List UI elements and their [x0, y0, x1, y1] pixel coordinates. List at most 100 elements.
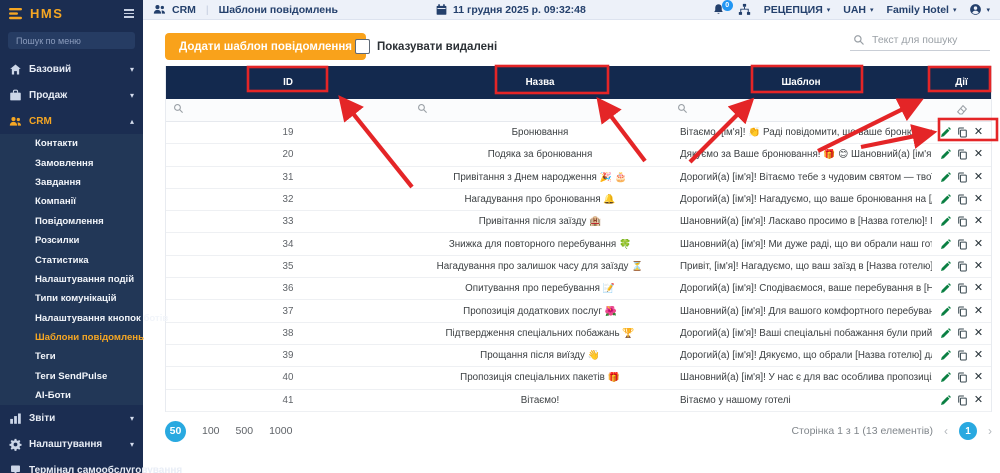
delete-x-icon[interactable]: ✕	[974, 261, 983, 272]
page-size-500[interactable]: 500	[236, 425, 254, 437]
sidebar-subitem[interactable]: Замовлення	[0, 153, 143, 172]
edit-pencil-icon[interactable]	[940, 149, 951, 160]
sidebar-subitem[interactable]: Повідомлення	[0, 212, 143, 231]
hamburger-menu-icon[interactable]	[124, 9, 134, 18]
breadcrumb-root[interactable]: CRM	[172, 4, 196, 16]
edit-pencil-icon[interactable]	[940, 216, 951, 227]
add-template-button[interactable]: Додати шаблон повідомлення	[165, 33, 366, 60]
column-header-template[interactable]: Шаблон	[670, 77, 932, 88]
hotel-menu[interactable]: Family Hotel ▾	[887, 4, 957, 16]
copy-icon[interactable]	[957, 194, 968, 205]
copy-icon[interactable]	[957, 350, 968, 361]
edit-pencil-icon[interactable]	[940, 194, 951, 205]
copy-icon[interactable]	[957, 239, 968, 250]
filter-name-input[interactable]	[410, 101, 670, 119]
copy-icon[interactable]	[957, 283, 968, 294]
delete-x-icon[interactable]: ✕	[974, 395, 983, 406]
delete-x-icon[interactable]: ✕	[974, 328, 983, 339]
edit-pencil-icon[interactable]	[940, 328, 951, 339]
table-row[interactable]: 41Вітаємо!Вітаємо у нашому готелі✕	[166, 390, 991, 412]
sidebar-item-crm[interactable]: CRM▴	[0, 108, 143, 134]
sidebar-subitem[interactable]: AI-Боти	[0, 386, 143, 405]
edit-pencil-icon[interactable]	[940, 395, 951, 406]
column-header-name[interactable]: Назва	[410, 77, 670, 88]
sidebar-subitem[interactable]: Налаштування подій	[0, 270, 143, 289]
copy-icon[interactable]	[957, 172, 968, 183]
sidebar-item-section[interactable]: Базовий▾	[0, 56, 143, 82]
table-row[interactable]: 20Подяка за бронюванняДякуємо за Ваше бр…	[166, 144, 991, 166]
sidebar-subitem[interactable]: Налаштування кнопок ботів	[0, 309, 143, 328]
copy-icon[interactable]	[957, 306, 968, 317]
sidebar-subitem[interactable]: Теги SendPulse	[0, 367, 143, 386]
filter-template-input[interactable]	[670, 101, 932, 119]
copy-icon[interactable]	[957, 127, 968, 138]
delete-x-icon[interactable]: ✕	[974, 149, 983, 160]
table-row[interactable]: 34Знижка для повторного перебування 🍀Шан…	[166, 233, 991, 255]
delete-x-icon[interactable]: ✕	[974, 127, 983, 138]
table-row[interactable]: 35Нагадування про залишок часу для заїзд…	[166, 256, 991, 278]
table-row[interactable]: 39Прощання після виїзду 👋Дорогий(а) [ім'…	[166, 345, 991, 367]
table-row[interactable]: 36Опитування про перебування 📝Дорогий(а)…	[166, 278, 991, 300]
delete-x-icon[interactable]: ✕	[974, 372, 983, 383]
copy-icon[interactable]	[957, 216, 968, 227]
notifications-bell-icon[interactable]: 0	[712, 3, 725, 16]
table-row[interactable]: 40Пропозиція спеціальних пакетів 🎁Шановн…	[166, 367, 991, 389]
sidebar-subitem[interactable]: Завдання	[0, 173, 143, 192]
copy-icon[interactable]	[957, 261, 968, 272]
sidebar-subitem[interactable]: Шаблони повідомлень	[0, 328, 143, 347]
copy-icon[interactable]	[957, 372, 968, 383]
clear-filters-button[interactable]	[932, 104, 991, 116]
sidebar-subitem[interactable]: Статистика	[0, 250, 143, 269]
sidebar-item-section[interactable]: Налаштування▾	[0, 431, 143, 457]
delete-x-icon[interactable]: ✕	[974, 216, 983, 227]
delete-x-icon[interactable]: ✕	[974, 239, 983, 250]
current-page-button[interactable]: 1	[959, 422, 977, 440]
sidebar-subitem[interactable]: Теги	[0, 347, 143, 366]
edit-pencil-icon[interactable]	[940, 372, 951, 383]
edit-pencil-icon[interactable]	[940, 261, 951, 272]
cell-template: Шановний(а) [ім'я]! Ласкаво просимо в [Н…	[670, 216, 932, 227]
edit-pencil-icon[interactable]	[940, 172, 951, 183]
reception-menu[interactable]: РЕЦЕПЦИЯ ▾	[764, 4, 831, 16]
table-row[interactable]: 37Пропозиція додаткових послуг 🌺Шановний…	[166, 300, 991, 322]
table-row[interactable]: 38Підтвердження спеціальних побажань 🏆До…	[166, 323, 991, 345]
next-page-icon[interactable]: ›	[988, 424, 992, 438]
currency-menu[interactable]: UAH ▾	[843, 4, 873, 16]
edit-pencil-icon[interactable]	[940, 239, 951, 250]
delete-x-icon[interactable]: ✕	[974, 350, 983, 361]
copy-icon[interactable]	[957, 328, 968, 339]
sidebar-subitem[interactable]: Контакти	[0, 134, 143, 153]
sidebar-subitem[interactable]: Типи комунікацій	[0, 289, 143, 308]
sidebar-item-section[interactable]: Продаж▾	[0, 82, 143, 108]
sitemap-icon[interactable]	[738, 3, 751, 16]
edit-pencil-icon[interactable]	[940, 283, 951, 294]
delete-x-icon[interactable]: ✕	[974, 172, 983, 183]
sidebar-item-section[interactable]: Термінал самообслуговування	[0, 457, 143, 473]
table-row[interactable]: 19БронюванняВітаємо, [ім'я]! 👏 Раді пові…	[166, 122, 991, 144]
prev-page-icon[interactable]: ‹	[944, 424, 948, 438]
copy-icon[interactable]	[957, 149, 968, 160]
filter-id-input[interactable]	[166, 101, 410, 119]
page-size-50[interactable]: 50	[165, 421, 186, 442]
delete-x-icon[interactable]: ✕	[974, 306, 983, 317]
delete-x-icon[interactable]: ✕	[974, 283, 983, 294]
page-size-100[interactable]: 100	[202, 425, 220, 437]
column-header-id[interactable]: ID	[166, 77, 410, 88]
table-row[interactable]: 32Нагадування про бронювання 🔔Дорогий(а)…	[166, 189, 991, 211]
edit-pencil-icon[interactable]	[940, 306, 951, 317]
show-deleted-checkbox[interactable]	[355, 39, 370, 54]
sidebar-item-section[interactable]: Звіти▾	[0, 405, 143, 431]
page-size-1000[interactable]: 1000	[269, 425, 292, 437]
user-menu[interactable]: ▾	[969, 3, 990, 16]
edit-pencil-icon[interactable]	[940, 127, 951, 138]
table-row[interactable]: 33Привітання після заїзду 🏨Шановний(а) […	[166, 211, 991, 233]
table-search-input[interactable]: Текст для пошуку	[850, 30, 990, 51]
sidebar-subitem[interactable]: Компанії	[0, 192, 143, 211]
sidebar-subitem[interactable]: Розсилки	[0, 231, 143, 250]
table-row[interactable]: 31Привітання з Днем народження 🎉 🎂Дороги…	[166, 167, 991, 189]
sidebar-menu-search-input[interactable]: Пошук по меню	[8, 32, 135, 49]
delete-x-icon[interactable]: ✕	[974, 194, 983, 205]
edit-pencil-icon[interactable]	[940, 350, 951, 361]
show-deleted-toggle[interactable]: Показувати видалені	[355, 39, 497, 54]
copy-icon[interactable]	[957, 395, 968, 406]
